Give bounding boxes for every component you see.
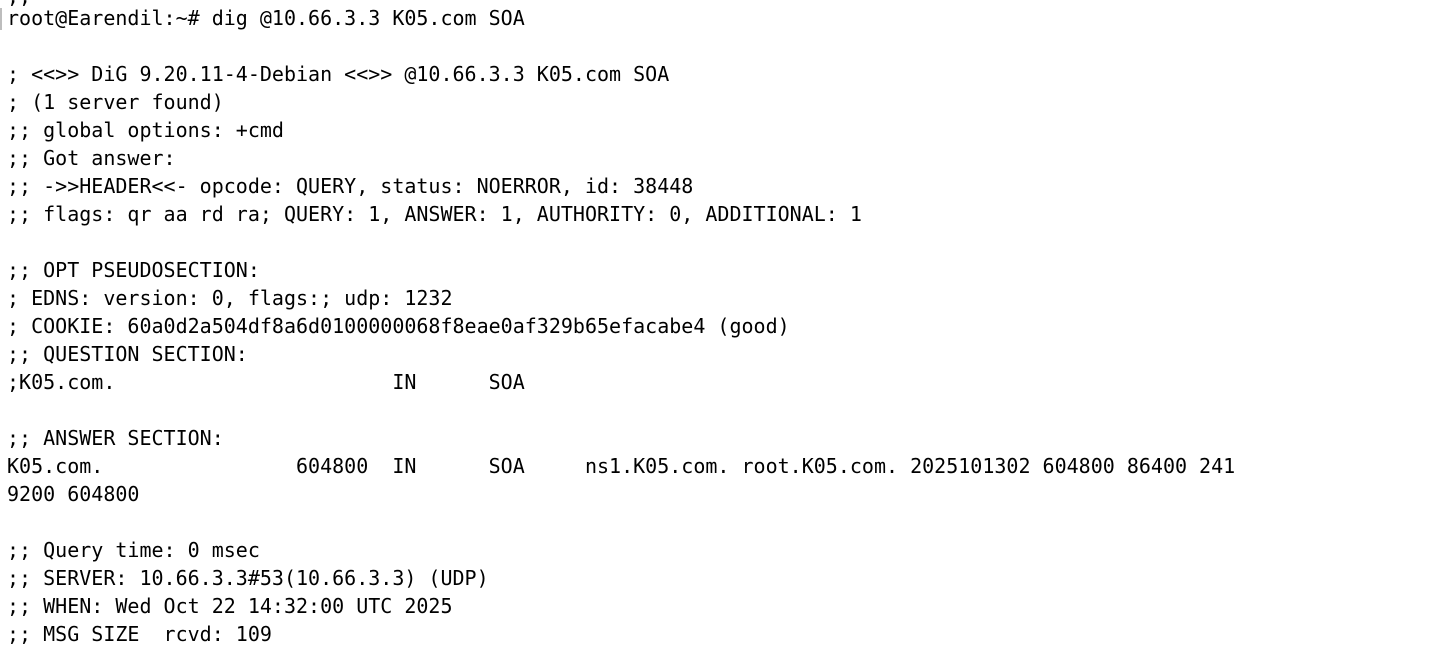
global-options-line: ;; global options: +cmd xyxy=(7,118,284,142)
question-record-line: ;K05.com. IN SOA xyxy=(7,370,525,394)
cursor-marker-icon xyxy=(0,8,2,30)
question-section-heading: ;; QUESTION SECTION: xyxy=(7,342,248,366)
command-line: root@Earendil:~# dig @10.66.3.3 K05.com … xyxy=(7,6,525,30)
header-line: ;; ->>HEADER<<- opcode: QUERY, status: N… xyxy=(7,174,694,198)
answer-section-heading: ;; ANSWER SECTION: xyxy=(7,426,224,450)
when-line: ;; WHEN: Wed Oct 22 14:32:00 UTC 2025 xyxy=(7,594,453,618)
answer-record-wrap-line: 9200 604800 xyxy=(7,482,140,506)
opt-pseudosection-heading: ;; OPT PSEUDOSECTION: xyxy=(7,258,260,282)
cookie-line: ; COOKIE: 60a0d2a504df8a6d0100000068f8ea… xyxy=(7,314,790,338)
terminal-window[interactable]: ;; root@Earendil:~# dig @10.66.3.3 K05.c… xyxy=(0,0,1432,660)
flags-line: ;; flags: qr aa rd ra; QUERY: 1, ANSWER:… xyxy=(7,202,862,226)
server-found-line: ; (1 server found) xyxy=(7,90,224,114)
terminal-output: root@Earendil:~# dig @10.66.3.3 K05.com … xyxy=(7,4,1235,648)
answer-record-line: K05.com. 604800 IN SOA ns1.K05.com. root… xyxy=(7,454,1236,478)
query-time-line: ;; Query time: 0 msec xyxy=(7,538,260,562)
got-answer-line: ;; Got answer: xyxy=(7,146,176,170)
dig-version-line: ; <<>> DiG 9.20.11-4-Debian <<>> @10.66.… xyxy=(7,62,670,86)
msg-size-line: ;; MSG SIZE rcvd: 109 xyxy=(7,622,272,646)
server-line: ;; SERVER: 10.66.3.3#53(10.66.3.3) (UDP) xyxy=(7,566,489,590)
edns-line: ; EDNS: version: 0, flags:; udp: 1232 xyxy=(7,286,453,310)
